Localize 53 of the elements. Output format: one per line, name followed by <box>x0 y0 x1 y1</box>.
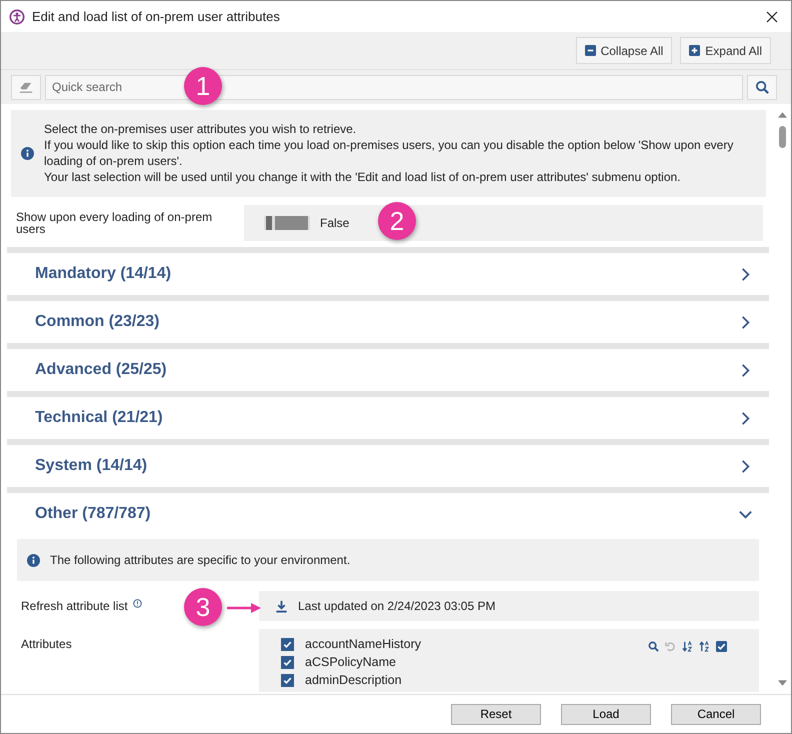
info-icon <box>21 146 34 160</box>
attribute-name: adminDescription <box>305 673 402 688</box>
section-header[interactable]: Other (787/787) <box>7 493 769 535</box>
dialog-button[interactable]: Reset <box>451 704 541 724</box>
sort-descending-icon[interactable] <box>699 641 710 652</box>
toggle-value: False <box>320 216 350 230</box>
attribute-name: accountNameHistory <box>305 637 422 652</box>
section-title: Common (23/23) <box>35 313 160 331</box>
section-title: Technical (21/21) <box>35 409 163 427</box>
toggle-switch[interactable] <box>264 216 310 230</box>
section-header[interactable]: Technical (21/21) <box>7 397 769 439</box>
download-icon[interactable] <box>275 600 288 612</box>
expand-all-button[interactable]: Expand All <box>680 37 771 64</box>
checkbox[interactable] <box>281 656 294 669</box>
checkbox[interactable] <box>281 674 294 687</box>
info-text: If you would like to skip this option each time you load on-premises users, you can you disable the option below 'Show upon every loading of on-prem users'. <box>44 137 734 169</box>
search-button[interactable] <box>747 74 777 100</box>
setting-label: Show upon every loading of on-prem users <box>15 211 214 235</box>
close-icon[interactable] <box>766 10 778 22</box>
section-header[interactable]: Advanced (25/25) <box>7 349 769 391</box>
collapse-all-button[interactable]: Collapse All <box>576 37 672 64</box>
callout-arrow <box>227 603 261 613</box>
search-icon <box>754 80 770 94</box>
section-title: Mandatory (14/14) <box>35 265 172 283</box>
clear-search-button[interactable] <box>11 74 41 100</box>
scroll-down-icon[interactable] <box>778 680 787 686</box>
info-text: Your last selection will be used until you change it with the 'Edit and load list of on-prem user attributes' submenu option. <box>44 169 682 185</box>
dialog-button[interactable]: Cancel <box>671 704 761 724</box>
attributes-label: Attributes <box>21 637 72 651</box>
section-title: Other (787/787) <box>35 505 151 523</box>
info-text: Select the on-premises user attributes you wish to retrieve. <box>44 121 358 137</box>
app-logo-icon <box>9 8 25 24</box>
section-header[interactable]: Common (23/23) <box>7 301 769 343</box>
info-text: The following attributes are specific to your environment. <box>50 553 350 567</box>
section-title: System (14/14) <box>35 457 148 475</box>
search-icon[interactable] <box>648 641 659 652</box>
attribute-name: aCSPolicyName <box>305 655 396 670</box>
sort-ascending-icon[interactable] <box>682 641 693 652</box>
window-title: Edit and load list of on-prem user attributes <box>32 9 281 24</box>
section-header[interactable]: System (14/14) <box>7 445 769 487</box>
scroll-up-icon[interactable] <box>778 112 787 118</box>
checkbox[interactable] <box>281 638 294 651</box>
last-updated-text: Last updated on 2/24/2023 03:05 PM <box>298 599 496 613</box>
plus-square-icon <box>689 45 700 56</box>
hint-icon <box>132 599 142 608</box>
section-header[interactable]: Mandatory (14/14) <box>7 253 769 295</box>
refresh-label: Refresh attribute list <box>21 599 128 613</box>
select-all-checkbox-icon[interactable] <box>716 641 727 652</box>
dialog-button[interactable]: Load <box>561 704 651 724</box>
section-title: Advanced (25/25) <box>35 361 167 379</box>
scrollbar-thumb[interactable] <box>779 126 786 148</box>
minus-square-icon <box>584 45 596 56</box>
info-icon <box>27 554 40 566</box>
